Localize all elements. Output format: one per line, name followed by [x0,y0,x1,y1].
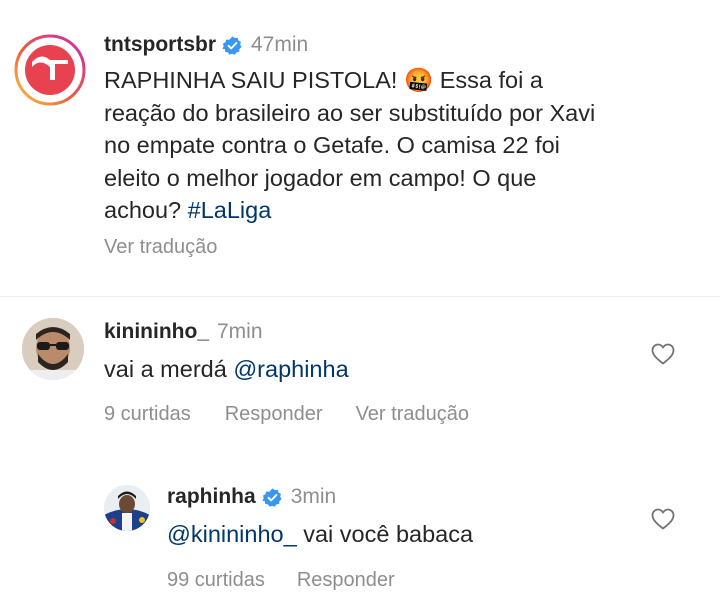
user-photo-icon [22,318,84,380]
caption-text: reação do brasileiro ao ser substituído … [104,99,596,126]
like-heart-icon[interactable] [651,343,675,365]
reply-button[interactable]: Responder [225,403,323,426]
comment-text-part: vai a merdá [104,356,234,382]
verified-badge-icon [222,35,242,55]
caption-text: RAPHINHA SAIU PISTOLA! [104,67,404,93]
reply-header: raphinha 3min [167,483,336,511]
reply-text-part: vai você babaca [296,521,474,547]
user-photo-icon [104,485,150,531]
post-header: tntsportsbr 47min [104,31,308,59]
mention-link[interactable]: @raphinha [233,356,348,382]
reply-username[interactable]: raphinha [167,485,256,509]
raphinha-avatar[interactable] [104,485,150,531]
hashtag-link[interactable]: #LaLiga [188,197,272,223]
divider [0,296,720,297]
comment-actions: 9 curtidas Responder Ver tradução [104,401,469,427]
caption-text: achou? [104,197,188,223]
tntsportsbr-avatar[interactable] [14,34,86,106]
kinininho-avatar[interactable] [22,318,84,380]
reply-text: @kinininho_ vai você babaca [167,521,473,548]
angry-face-emoji: 🤬 [403,67,434,93]
mention-link[interactable]: @kinininho_ [167,521,297,547]
post-translate-link[interactable]: Ver tradução [104,236,217,259]
post-time: 47min [251,33,309,56]
reply-time: 3min [290,485,337,508]
post-username[interactable]: tntsportsbr [104,33,216,57]
comment-text: vai a merdá @raphinha [104,356,349,383]
like-heart-icon[interactable] [651,508,675,530]
reply-button[interactable]: Responder [297,569,395,592]
reply-actions: 99 curtidas Responder [167,567,395,593]
tnt-logo-icon [14,34,86,106]
comment-username[interactable]: kinininho_ [104,320,209,344]
caption-text: eleito o melhor jogador em campo! O que [104,164,537,191]
comment-header: kinininho_ 7min [104,318,263,346]
verified-badge-icon [262,487,282,507]
likes-count[interactable]: 9 curtidas [104,403,191,426]
likes-count[interactable]: 99 curtidas [167,569,265,592]
post-caption: RAPHINHA SAIU PISTOLA! 🤬 Essa foi a reaç… [104,64,595,227]
caption-text: Essa foi a [433,67,543,93]
comment-time: 7min [217,320,263,343]
caption-text: no empate contra o Getafe. O camisa 22 f… [104,132,560,158]
translate-link[interactable]: Ver tradução [356,403,469,426]
